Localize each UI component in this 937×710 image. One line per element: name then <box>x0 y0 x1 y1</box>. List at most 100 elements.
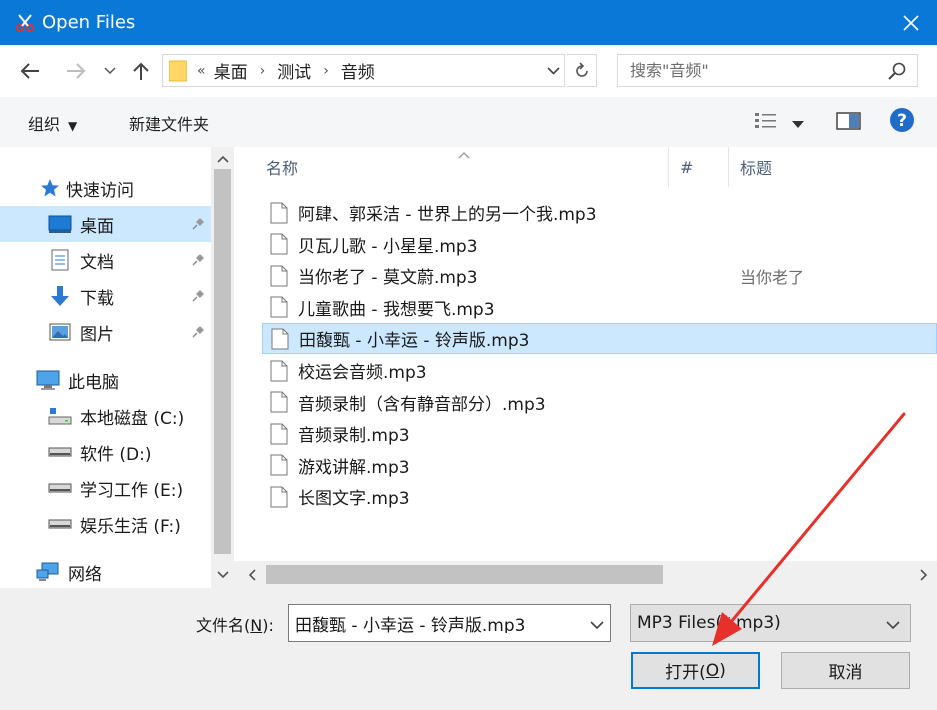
address-history-dropdown[interactable] <box>540 54 567 87</box>
scroll-thumb[interactable] <box>266 565 663 584</box>
file-row[interactable]: 长图文字.mp3 <box>262 481 937 512</box>
file-row[interactable]: 音频录制.mp3 <box>262 418 937 449</box>
file-row[interactable]: 贝瓦儿歌 - 小星星.mp3 <box>262 229 937 260</box>
nav-item-this-pc[interactable]: 此电脑 <box>0 362 211 398</box>
column-header-title[interactable]: 标题 <box>740 147 772 187</box>
breadcrumb-test[interactable]: 测试 <box>277 58 311 83</box>
nav-item-label: 文档 <box>80 252 114 273</box>
open-label-suffix: ) <box>719 660 726 681</box>
file-row[interactable]: 游戏讲解.mp3 <box>262 450 937 481</box>
file-row[interactable]: 儿童歌曲 - 我想要飞.mp3 <box>262 292 937 323</box>
file-row[interactable]: 阿肆、郭采洁 - 世界上的另一个我.mp3 <box>262 197 937 228</box>
chevron-down-icon <box>216 571 229 579</box>
horizontal-scrollbar[interactable] <box>234 561 937 588</box>
star-icon <box>38 176 62 200</box>
picture-icon <box>48 320 72 344</box>
breadcrumb-separator[interactable]: › <box>260 63 266 79</box>
search-icon[interactable] <box>887 61 907 81</box>
network-icon <box>36 560 60 584</box>
overflow-chevron[interactable]: « <box>197 63 206 79</box>
nav-item-drive-e[interactable]: 学习工作 (E:) <box>0 470 211 506</box>
nav-item-quick-access[interactable]: 快速访问 <box>0 170 211 206</box>
breadcrumb-audio[interactable]: 音频 <box>341 58 375 83</box>
nav-item-network[interactable]: 网络 <box>0 554 211 590</box>
nav-item-pictures[interactable]: 图片 <box>0 314 211 350</box>
pin-icon[interactable] <box>191 216 205 236</box>
close-button[interactable] <box>885 0 937 45</box>
computer-icon <box>36 368 60 392</box>
refresh-button[interactable] <box>567 54 597 87</box>
nav-item-desktop[interactable]: 桌面 <box>0 206 211 242</box>
recent-locations-button[interactable] <box>100 57 120 85</box>
filename-dropdown-button[interactable] <box>590 615 604 634</box>
file-row[interactable]: 田馥甄 - 小幸运 - 铃声版.mp3 <box>262 323 937 355</box>
filetype-select[interactable]: MP3 Files(*.mp3) <box>630 604 911 642</box>
nav-item-drive-f[interactable]: 娱乐生活 (F:) <box>0 506 211 542</box>
organize-button[interactable]: 组织 ▼ <box>28 111 77 135</box>
navigation-pane: 快速访问 桌面 文档 下载 图片 此电脑 本地磁盘 (C:) 软件 (D:) 学… <box>0 147 234 588</box>
pin-icon[interactable] <box>191 288 205 308</box>
drive-icon <box>48 476 72 500</box>
column-header-name[interactable]: 名称 <box>266 147 298 187</box>
nav-item-label: 图片 <box>80 324 114 345</box>
open-button[interactable]: 打开(O) <box>631 652 760 689</box>
filetype-dropdown-button[interactable] <box>886 615 900 635</box>
preview-pane-button[interactable] <box>836 111 862 135</box>
file-name: 游戏讲解.mp3 <box>298 457 410 478</box>
pin-icon[interactable] <box>191 252 205 272</box>
scroll-up-arrow[interactable] <box>211 149 234 169</box>
nav-item-drive-c[interactable]: 本地磁盘 (C:) <box>0 398 211 434</box>
nav-item-downloads[interactable]: 下载 <box>0 278 211 314</box>
new-folder-button[interactable]: 新建文件夹 <box>129 111 209 135</box>
file-row[interactable]: 当你老了 - 莫文蔚.mp3 当你老了 <box>262 260 937 291</box>
file-icon <box>270 391 288 413</box>
file-row[interactable]: 校运会音频.mp3 <box>262 355 937 386</box>
search-box[interactable] <box>617 54 918 87</box>
breadcrumb-separator[interactable]: › <box>323 63 329 79</box>
help-icon: ? <box>890 108 914 132</box>
nav-item-label: 本地磁盘 (C:) <box>80 408 185 429</box>
file-title: 当你老了 <box>740 267 805 287</box>
change-view-button[interactable] <box>754 111 778 135</box>
help-button[interactable]: ? <box>889 107 915 137</box>
svg-text:?: ? <box>897 111 907 131</box>
filename-combobox[interactable] <box>288 604 611 642</box>
organize-label: 组织 <box>28 115 61 134</box>
up-button[interactable] <box>128 57 154 85</box>
nav-item-label: 学习工作 (E:) <box>80 480 184 501</box>
scissors-app-icon <box>14 12 36 34</box>
scroll-right-arrow[interactable] <box>912 561 936 588</box>
column-divider[interactable] <box>668 147 669 187</box>
search-input[interactable] <box>630 61 870 80</box>
chevron-left-icon <box>248 568 256 581</box>
file-icon <box>270 233 288 255</box>
scroll-thumb[interactable] <box>214 169 231 554</box>
scroll-down-arrow[interactable] <box>211 565 234 585</box>
nav-scrollbar[interactable] <box>211 147 234 588</box>
file-icon <box>270 360 288 381</box>
caret-down-icon: ▼ <box>68 119 78 133</box>
file-name: 阿肆、郭采洁 - 世界上的另一个我.mp3 <box>298 205 597 225</box>
filetype-value: MP3 Files(*.mp3) <box>637 613 781 633</box>
column-divider[interactable] <box>728 147 729 187</box>
command-bar: 组织 ▼ 新建文件夹 ? <box>0 97 937 147</box>
filename-input[interactable] <box>295 613 575 633</box>
scroll-left-arrow[interactable] <box>240 561 264 588</box>
address-bar[interactable]: « 桌面 › 测试 › 音频 <box>162 54 565 87</box>
back-button[interactable] <box>16 57 44 85</box>
view-options-dropdown[interactable] <box>792 114 804 133</box>
arrow-left-icon <box>20 63 39 79</box>
column-header-number[interactable]: # <box>680 147 693 187</box>
nav-item-drive-d[interactable]: 软件 (D:) <box>0 434 211 470</box>
file-name: 儿童歌曲 - 我想要飞.mp3 <box>298 299 495 320</box>
nav-item-label: 软件 (D:) <box>80 444 152 465</box>
nav-item-documents[interactable]: 文档 <box>0 242 211 278</box>
pin-icon[interactable] <box>191 324 205 344</box>
file-row[interactable]: 音频录制（含有静音部分）.mp3 <box>262 387 937 418</box>
breadcrumb-desktop[interactable]: 桌面 <box>214 58 248 83</box>
file-list: 名称 # 标题 阿肆、郭采洁 - 世界上的另一个我.mp3 贝瓦儿歌 - 小星星.… <box>234 147 937 561</box>
forward-button[interactable] <box>62 57 90 85</box>
caret-down-icon <box>792 121 804 128</box>
cancel-button[interactable]: 取消 <box>781 652 910 689</box>
chevron-down-icon <box>547 66 560 75</box>
